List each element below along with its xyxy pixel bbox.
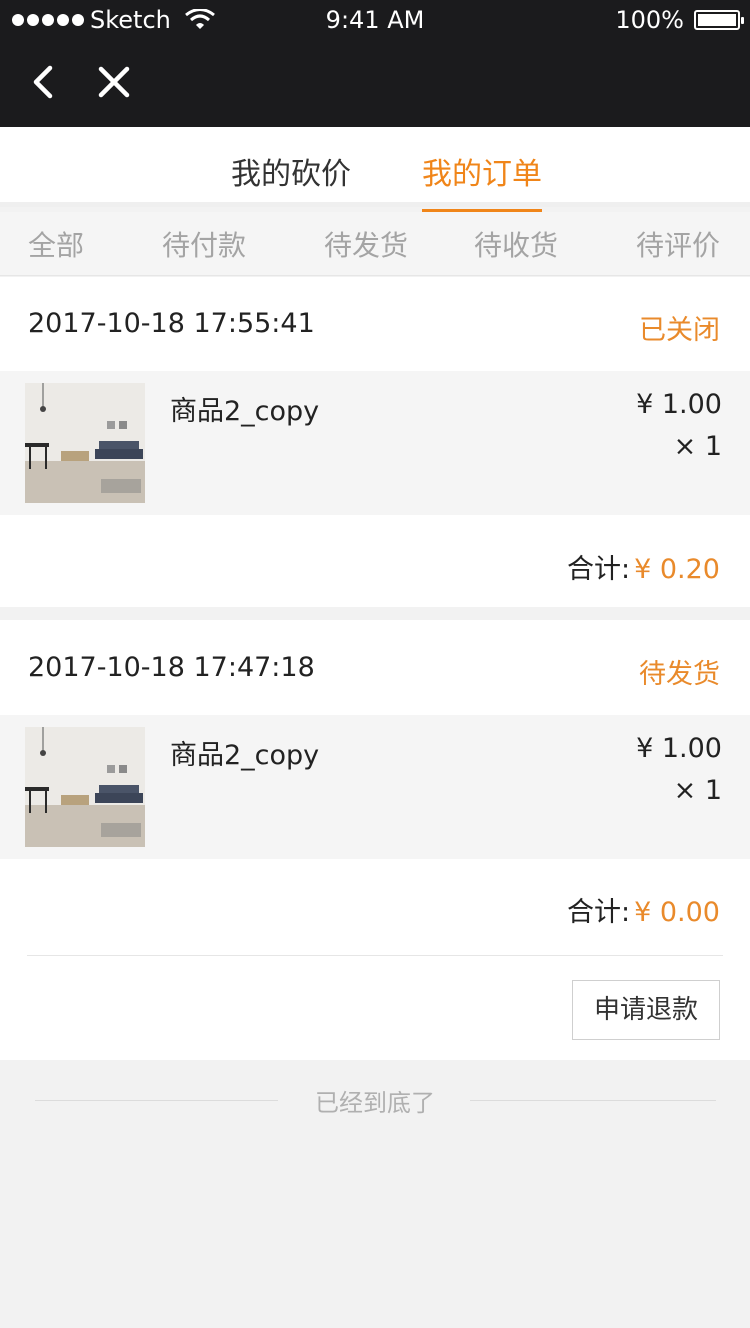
tab-label: 我的砍价 [231, 157, 351, 192]
battery-icon [694, 10, 744, 30]
divider [27, 955, 723, 956]
product-price: ¥ 1.00 [636, 389, 722, 420]
status-bar: Sketch 9:41 AM 100% [0, 0, 750, 40]
order-item[interactable]: 商品2_copy ¥ 1.00 × 1 [0, 715, 750, 859]
product-quantity: × 1 [673, 775, 722, 806]
product-image [25, 383, 145, 503]
tab-my-bargain[interactable]: 我的砍价 [231, 149, 351, 193]
product-name: 商品2_copy [170, 396, 320, 427]
total-value: ¥ 0.00 [634, 897, 720, 928]
total-value: ¥ 0.20 [634, 554, 720, 585]
order-card[interactable]: 2017-10-18 17:47:18 待发货 商品2_copy ¥ 1.00 … [0, 620, 750, 1060]
order-item[interactable]: 商品2_copy ¥ 1.00 × 1 [0, 371, 750, 515]
filter-pending-shipment[interactable]: 待发货 [324, 224, 408, 264]
product-image [25, 727, 145, 847]
order-total: 合计: ¥ 0.00 [567, 890, 720, 929]
tab-my-orders[interactable]: 我的订单 [422, 149, 542, 213]
filter-pending-review[interactable]: 待评价 [636, 224, 720, 264]
tab-label: 我的订单 [422, 157, 542, 192]
total-label: 合计: [567, 897, 631, 928]
order-time: 2017-10-18 17:47:18 [28, 652, 315, 683]
divider [470, 1100, 716, 1101]
product-name: 商品2_copy [170, 740, 320, 771]
order-status: 待发货 [639, 659, 720, 690]
nav-bar [0, 40, 750, 127]
order-filter-tabs: 全部 待付款 待发货 待收货 待评价 [0, 212, 750, 276]
order-time: 2017-10-18 17:55:41 [28, 308, 315, 339]
close-button[interactable] [94, 62, 134, 102]
order-card[interactable]: 2017-10-18 17:55:41 已关闭 商品2_copy ¥ 1.00 … [0, 277, 750, 607]
chevron-left-icon [33, 65, 53, 99]
product-quantity: × 1 [673, 431, 722, 462]
top-tabs: 我的砍价 我的订单 [0, 127, 750, 213]
order-status: 已关闭 [639, 315, 720, 346]
filter-pending-payment[interactable]: 待付款 [162, 224, 246, 264]
battery-percent: 100% [615, 6, 684, 34]
request-refund-button[interactable]: 申请退款 [572, 980, 720, 1040]
order-total: 合计: ¥ 0.20 [567, 547, 720, 586]
product-price: ¥ 1.00 [636, 733, 722, 764]
status-right: 100% [615, 6, 744, 34]
filter-pending-receipt[interactable]: 待收货 [474, 224, 558, 264]
total-label: 合计: [567, 554, 631, 585]
filter-all[interactable]: 全部 [28, 224, 84, 264]
close-icon [98, 66, 130, 98]
back-button[interactable] [24, 62, 64, 102]
